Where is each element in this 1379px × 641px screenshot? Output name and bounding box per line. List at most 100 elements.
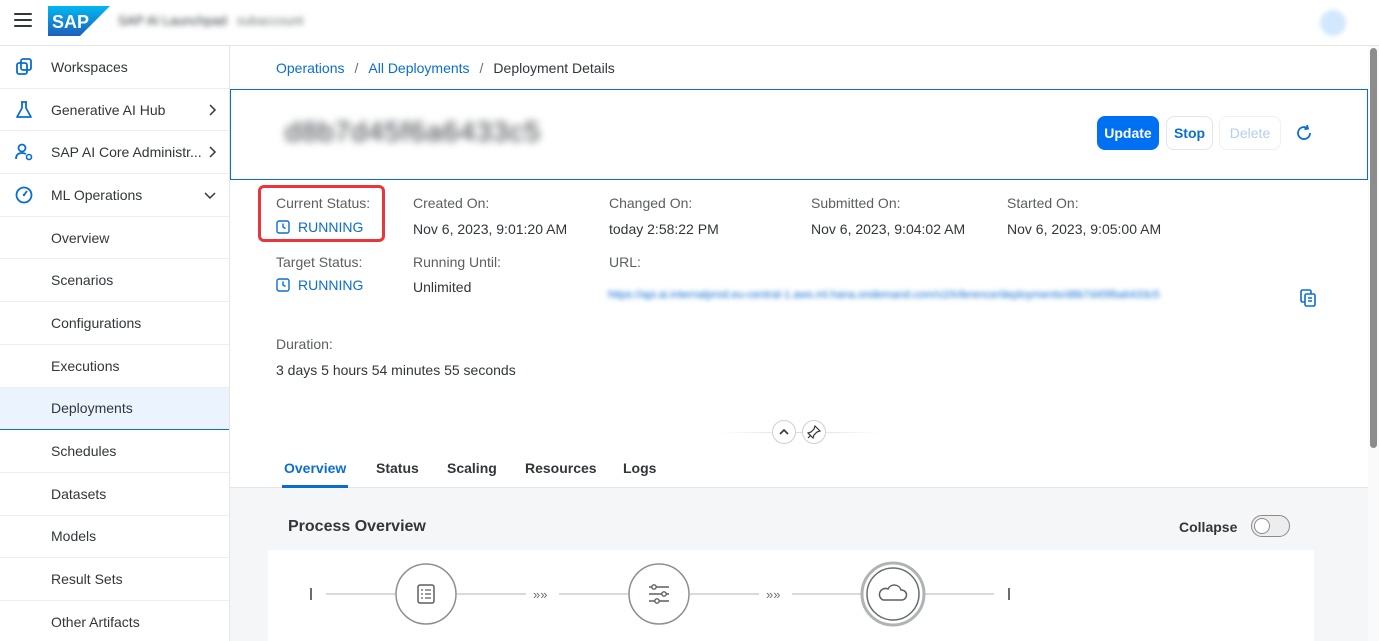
breadcrumb-all-deployments[interactable]: All Deployments: [368, 60, 469, 76]
breadcrumb-separator: /: [354, 60, 359, 76]
sidebar-item-label: Overview: [51, 229, 110, 246]
url-label: URL:: [609, 254, 641, 270]
chevron-right-icon: [209, 146, 217, 158]
sidebar-item-other-artifacts[interactable]: Other Artifacts: [0, 601, 229, 641]
tab-logs[interactable]: Logs: [623, 460, 656, 476]
process-flow: »» »»: [268, 550, 1314, 641]
sidebar-item-label: Datasets: [51, 485, 107, 502]
stop-button[interactable]: Stop: [1166, 116, 1213, 150]
tab-content-area: Process Overview Collapse »» »»: [230, 488, 1368, 641]
sidebar-item-label: Deployments: [51, 400, 133, 417]
flow-arrow-icon: »»: [766, 587, 780, 602]
app-title: SAP AI Launchpad subaccount: [118, 13, 303, 28]
sidebar-item-generative-ai-hub[interactable]: Generative AI Hub: [0, 89, 229, 132]
user-avatar[interactable]: [1320, 10, 1346, 36]
submitted-on-value: Nov 6, 2023, 9:04:02 AM: [811, 221, 966, 237]
chevron-up-icon: [779, 428, 789, 435]
scrollbar-thumb[interactable]: [1370, 48, 1377, 448]
sidebar-item-executions[interactable]: Executions: [0, 345, 229, 388]
target-status-text: RUNNING: [298, 277, 364, 293]
sidebar-item-label: Workspaces: [51, 58, 128, 75]
status-highlight-box: [258, 185, 385, 242]
running-until-value: Unlimited: [413, 279, 472, 295]
created-on-value: Nov 6, 2023, 9:01:20 AM: [413, 221, 568, 237]
sidebar-item-label: Result Sets: [51, 571, 123, 588]
side-navigation: Workspaces Generative AI Hub SAP AI Core…: [0, 46, 230, 641]
sidebar-item-label: Schedules: [51, 443, 117, 460]
tab-bar: Overview Status Scaling Resources Logs: [230, 446, 1368, 488]
running-until-label: Running Until:: [413, 254, 501, 270]
sidebar-item-label: Executions: [51, 357, 120, 374]
delete-button[interactable]: Delete: [1219, 116, 1281, 150]
changed-on-value: today 2:58:22 PM: [609, 221, 719, 237]
pin-header-button[interactable]: [802, 420, 826, 444]
app-title-text: SAP AI Launchpad: [118, 13, 227, 28]
user-settings-icon: [15, 143, 33, 161]
tab-resources[interactable]: Resources: [525, 460, 597, 476]
sidebar-item-scenarios[interactable]: Scenarios: [0, 259, 229, 303]
sidebar-item-deployments[interactable]: Deployments: [0, 387, 229, 431]
sidebar-item-label: Generative AI Hub: [51, 101, 166, 118]
started-on-value: Nov 6, 2023, 9:05:00 AM: [1007, 221, 1162, 237]
update-button[interactable]: Update: [1097, 116, 1159, 150]
collapse-header-button[interactable]: [772, 420, 796, 444]
sidebar-item-ai-core-admin[interactable]: SAP AI Core Administr...: [0, 131, 229, 175]
pin-icon: [807, 425, 821, 439]
breadcrumb-current: Deployment Details: [493, 60, 615, 76]
deployment-id-title: d8b7d45f6a6433c5: [285, 116, 541, 147]
submitted-on-label: Submitted On:: [811, 195, 901, 211]
subaccount-name: subaccount: [236, 13, 304, 28]
tab-status[interactable]: Status: [376, 460, 419, 476]
object-header: d8b7d45f6a6433c5 Update Stop Delete: [230, 89, 1368, 180]
flask-icon: [16, 100, 32, 118]
sidebar-item-overview[interactable]: Overview: [0, 217, 229, 260]
duration-label: Duration:: [276, 336, 333, 352]
header-separator: [720, 432, 880, 433]
sidebar-item-label: Other Artifacts: [51, 613, 140, 630]
sidebar-item-label: ML Operations: [51, 186, 143, 203]
main-content: Operations / All Deployments / Deployment De…: [230, 46, 1368, 641]
target-status-value[interactable]: RUNNING: [276, 277, 363, 293]
deployment-url-link[interactable]: https://api.ai.internalprod.eu-central-1…: [608, 289, 1298, 303]
sidebar-item-workspaces[interactable]: Workspaces: [0, 46, 229, 89]
breadcrumb: Operations / All Deployments / Deployment De…: [276, 60, 615, 76]
started-on-label: Started On:: [1007, 195, 1079, 211]
chevron-right-icon: [209, 104, 217, 116]
sidebar-item-schedules[interactable]: Schedules: [0, 430, 229, 473]
changed-on-label: Changed On:: [609, 195, 693, 211]
created-on-label: Created On:: [413, 195, 490, 211]
workspaces-icon: [16, 58, 32, 75]
switch-knob: [1254, 518, 1270, 534]
flow-arrow-icon: »»: [533, 587, 547, 602]
collapse-label: Collapse: [1179, 519, 1238, 535]
sidebar-item-label: Scenarios: [51, 272, 114, 289]
tab-overview[interactable]: Overview: [284, 460, 346, 476]
process-overview-title: Process Overview: [288, 518, 426, 535]
collapse-switch[interactable]: [1251, 515, 1290, 537]
breadcrumb-separator: /: [479, 60, 484, 76]
chevron-down-icon: [204, 192, 216, 200]
sidebar-item-label: Configurations: [51, 314, 142, 331]
settings-step-icon[interactable]: [628, 563, 690, 625]
sidebar-item-label: SAP AI Core Administr...: [51, 144, 202, 161]
sap-logo-text: SAP: [52, 12, 89, 32]
sidebar-item-configurations[interactable]: Configurations: [0, 302, 229, 345]
copy-icon[interactable]: [1300, 289, 1316, 307]
sidebar-item-result-sets[interactable]: Result Sets: [0, 558, 229, 601]
tab-scaling[interactable]: Scaling: [447, 460, 497, 476]
sidebar-item-models[interactable]: Models: [0, 516, 229, 559]
shell-bar: SAP SAP AI Launchpad subaccount: [0, 0, 1379, 46]
sidebar-item-ml-operations[interactable]: ML Operations: [0, 174, 229, 217]
duration-value: 3 days 5 hours 54 minutes 55 seconds: [276, 362, 516, 378]
sap-logo[interactable]: SAP: [48, 6, 110, 36]
clock-icon: [276, 278, 290, 292]
menu-icon[interactable]: [14, 13, 32, 31]
sidebar-item-datasets[interactable]: Datasets: [0, 473, 229, 516]
cloud-deploy-step-icon[interactable]: [860, 561, 926, 627]
refresh-icon[interactable]: [1295, 124, 1313, 142]
process-flow-diagram: »» »»: [310, 561, 1010, 627]
sidebar-item-label: Models: [51, 528, 97, 545]
breadcrumb-operations[interactable]: Operations: [276, 60, 344, 76]
page-scrollbar[interactable]: [1368, 46, 1379, 641]
configuration-step-icon[interactable]: [395, 563, 457, 625]
